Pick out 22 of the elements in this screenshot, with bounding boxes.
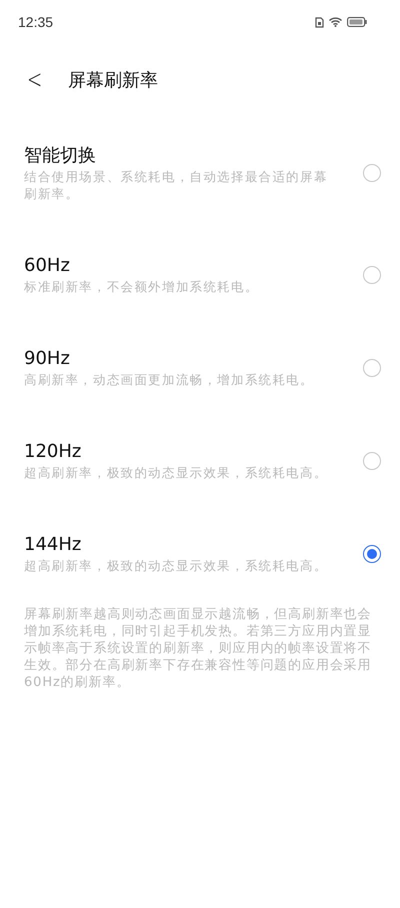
option-description: 超高刷新率，极致的动态显示效果，系统耗电高。	[24, 557, 329, 574]
radio-button[interactable]	[363, 266, 381, 284]
battery-icon	[347, 17, 367, 27]
option-title: 60Hz	[24, 254, 71, 278]
wifi-icon	[329, 17, 342, 27]
option-description: 标准刷新率，不会额外增加系统耗电。	[24, 278, 260, 295]
option-title: 90Hz	[24, 347, 71, 371]
option-title: 144Hz	[24, 533, 82, 557]
option-description: 结合使用场景、系统耗电，自动选择最合适的屏幕刷新率。	[24, 168, 329, 202]
option-description: 高刷新率，动态画面更加流畅，增加系统耗电。	[24, 371, 315, 388]
footnote-text: 屏幕刷新率越高则动态画面显示越流畅，但高刷新率也会增加系统耗电，同时引起手机发热。若第三方应用内置显示帧率高于系统设置的刷新率，则应用内的帧率设置将不生效。部分在高刷新率下存在兼容性等问题的应用会采用60Hz的刷新率。	[24, 606, 372, 691]
radio-button[interactable]	[363, 164, 381, 182]
radio-button[interactable]	[363, 452, 381, 470]
option-description: 超高刷新率，极致的动态显示效果，系统耗电高。	[24, 464, 329, 481]
sim-card-icon	[315, 16, 324, 28]
radio-button[interactable]	[363, 544, 381, 562]
option-title: 120Hz	[24, 440, 82, 464]
page-title: 屏幕刷新率	[68, 69, 158, 92]
option-title: 智能切换	[24, 144, 97, 168]
status-time: 12:35	[18, 14, 54, 30]
radio-button[interactable]	[363, 358, 381, 376]
back-button[interactable]: <	[27, 65, 41, 95]
